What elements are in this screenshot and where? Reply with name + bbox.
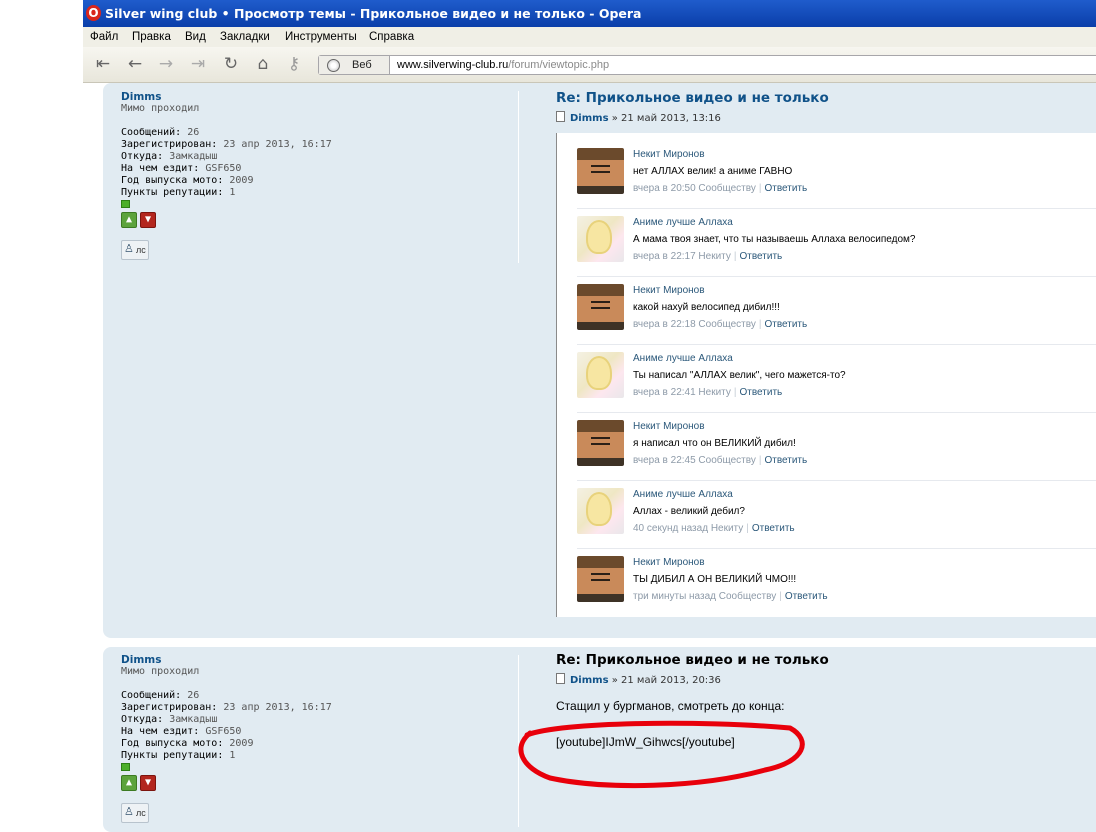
red-annotation-circle xyxy=(518,720,805,789)
screenshot: O Silver wing club • Просмотр темы - При… xyxy=(0,0,1096,832)
